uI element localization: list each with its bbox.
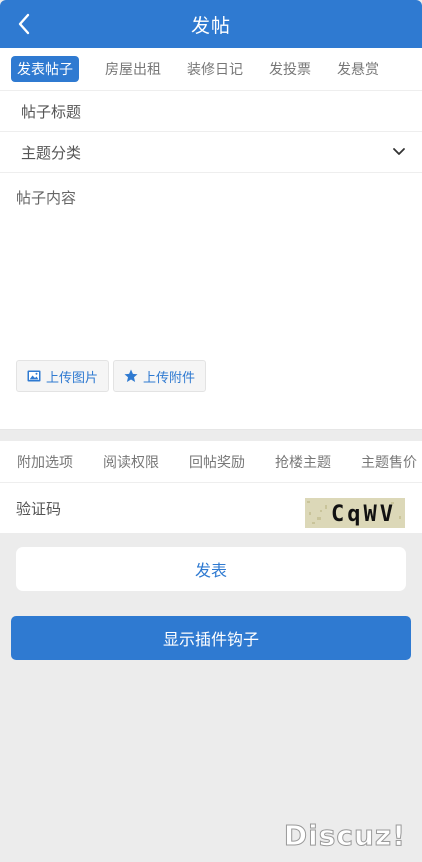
category-select[interactable]: 主题分类 [0,132,422,173]
tab-renovation-diary[interactable]: 装修日记 [187,59,243,79]
app-header: 发帖 [0,0,422,48]
page-title: 发帖 [190,14,231,37]
section-divider [0,430,422,441]
options-section: 附加选项 阅读权限 回帖奖励 抢楼主题 主题售价 验证码 CqWV [0,441,422,533]
upload-image-label: 上传图片 [46,370,99,386]
submit-button[interactable]: 发表 [16,547,406,591]
tab-thread-price[interactable]: 主题售价 [361,452,417,472]
star-icon [124,369,138,382]
discuz-logo: Discuz! [283,819,406,853]
content-placeholder: 帖子内容 [16,189,77,207]
tab-extra-options[interactable]: 附加选项 [17,452,73,472]
tab-reward[interactable]: 发悬赏 [337,59,379,79]
upload-attachment-label: 上传附件 [143,370,196,386]
captcha-label: 验证码 [16,499,62,518]
title-placeholder: 帖子标题 [21,102,82,121]
option-tabs: 附加选项 阅读权限 回帖奖励 抢楼主题 主题售价 [0,441,422,483]
chevron-down-icon [393,148,405,155]
image-icon [27,370,41,382]
tab-read-permission[interactable]: 阅读权限 [103,452,159,472]
captcha-code: CqWV [331,502,396,527]
tab-poll[interactable]: 发投票 [269,59,311,79]
content-textarea[interactable]: 帖子内容 上传图片 上传附件 [0,173,422,430]
tab-floor-grab[interactable]: 抢楼主题 [275,452,331,472]
post-type-tabs: 发表帖子 房屋出租 装修日记 发投票 发悬赏 [0,48,422,91]
category-label: 主题分类 [21,143,82,162]
tab-house-rental[interactable]: 房屋出租 [105,59,161,79]
show-plugin-hooks-button[interactable]: 显示插件钩子 [11,616,411,660]
captcha-image[interactable]: CqWV [305,498,405,528]
post-form: 发表帖子 房屋出租 装修日记 发投票 发悬赏 帖子标题 主题分类 帖子内容 上传… [0,48,422,430]
title-field[interactable]: 帖子标题 [0,91,422,132]
captcha-row: 验证码 CqWV [0,483,422,533]
upload-attachment-button[interactable]: 上传附件 [113,360,207,392]
upload-image-button[interactable]: 上传图片 [16,360,110,392]
tab-post-thread[interactable]: 发表帖子 [11,56,79,82]
back-arrow-icon[interactable] [14,11,36,37]
tab-reply-reward[interactable]: 回帖奖励 [189,452,245,472]
